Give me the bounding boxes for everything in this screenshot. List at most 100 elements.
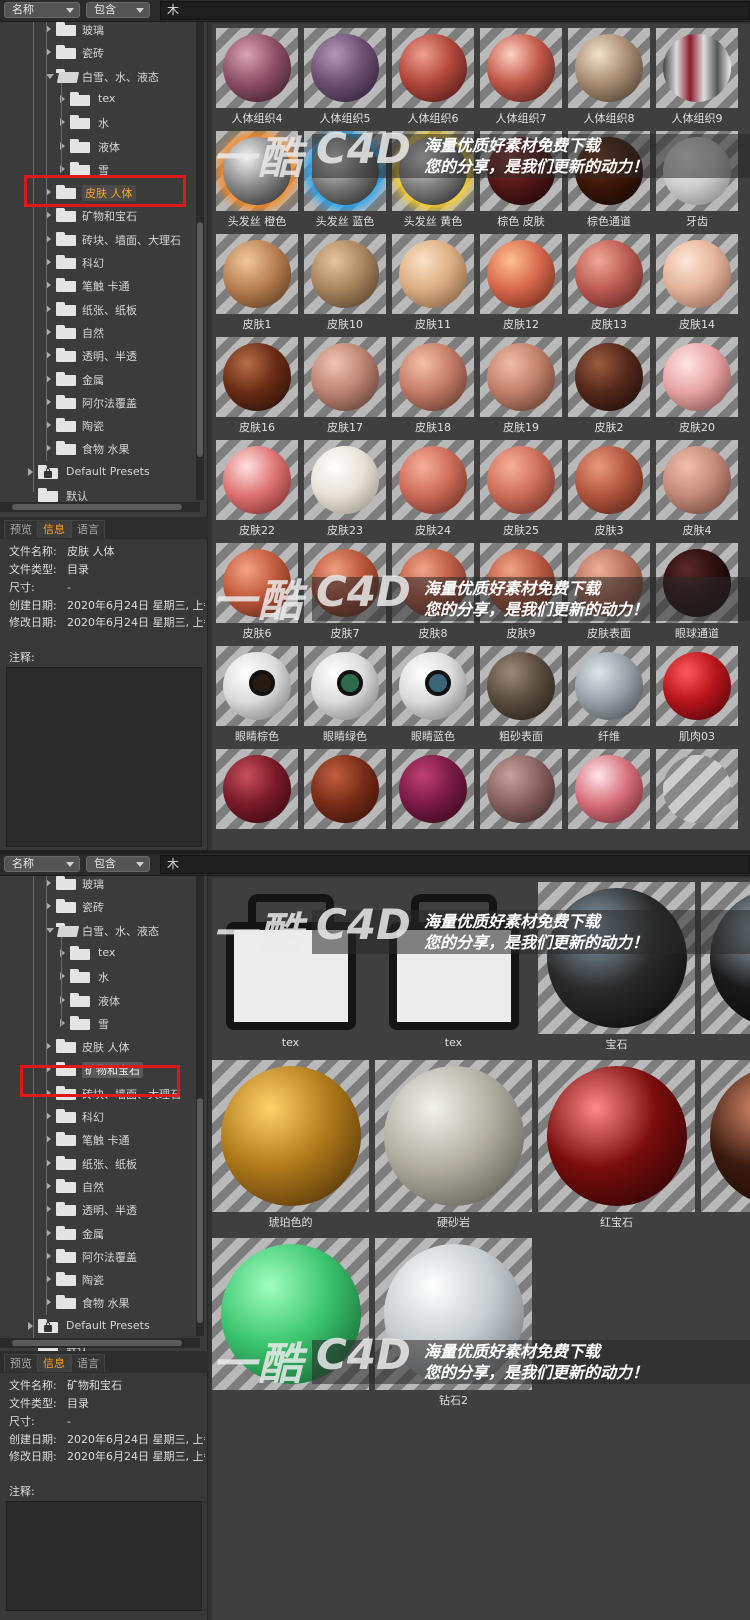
material-tile[interactable]: 牙齿 <box>656 131 738 229</box>
tree-item-12[interactable]: 纸张、纸板 <box>0 1152 196 1174</box>
material-tile[interactable]: 皮肤23 <box>304 440 386 538</box>
scrollbar-thumb[interactable] <box>197 1098 203 1323</box>
tree-horizontal-scrollbar[interactable] <box>0 1338 200 1348</box>
material-tile[interactable]: 硬砂岩 <box>375 1060 532 1230</box>
notes-textarea[interactable] <box>6 667 202 847</box>
tree-item-1[interactable]: 瓷砖 <box>0 895 196 917</box>
material-tile[interactable]: 人体组织5 <box>304 28 386 126</box>
material-tile[interactable]: 宝石 <box>538 882 695 1052</box>
filter-mode-dropdown[interactable]: 包含 <box>86 856 150 872</box>
material-tile[interactable]: 皮肤7 <box>304 543 386 641</box>
tree-item-19[interactable]: Default Presets <box>0 461 196 483</box>
material-tile[interactable]: 人体组织8 <box>568 28 650 126</box>
material-tile[interactable]: 钻石2 <box>375 1238 532 1408</box>
tree-vertical-scrollbar[interactable] <box>196 876 204 1336</box>
tree-item-5[interactable]: 液体 <box>0 135 196 157</box>
material-tile[interactable]: 纤维 <box>568 646 650 744</box>
tab-preview[interactable]: 预览 <box>4 1354 38 1372</box>
tab-language[interactable]: 语言 <box>71 1354 105 1372</box>
material-tile[interactable]: 肌肉03 <box>656 646 738 744</box>
material-tile[interactable]: 眼睛蓝色 <box>392 646 474 744</box>
tree-item-19[interactable]: Default Presets <box>0 1315 196 1337</box>
tree-item-11[interactable]: 笔触 卡通 <box>0 1128 196 1150</box>
material-tile[interactable]: 皮肤表面 <box>568 543 650 641</box>
tree-item-13[interactable]: 自然 <box>0 1175 196 1197</box>
material-tile[interactable]: 皮肤1 <box>216 234 298 332</box>
tree-item-4[interactable]: 水 <box>0 965 196 987</box>
material-tile[interactable]: 人体组织9 <box>656 28 738 126</box>
material-tile[interactable]: 人体组织7 <box>480 28 562 126</box>
material-tile[interactable]: 琥珀色 <box>701 882 750 1052</box>
material-tile[interactable]: 眼睛绿色 <box>304 646 386 744</box>
material-tile[interactable]: 头发丝 蓝色 <box>304 131 386 229</box>
material-tile[interactable] <box>392 749 474 847</box>
material-tile[interactable]: 棕色 皮肤 <box>480 131 562 229</box>
tree-item-6[interactable]: 雪 <box>0 1012 196 1034</box>
material-tile[interactable] <box>656 749 738 847</box>
material-tile[interactable]: 琥珀色的 <box>212 1060 369 1230</box>
tree-item-14[interactable]: 透明、半透 <box>0 1198 196 1220</box>
search-input[interactable]: 木 <box>160 1 750 20</box>
tree-item-3[interactable]: tex <box>0 88 196 110</box>
notes-textarea[interactable] <box>6 1501 202 1611</box>
material-tile[interactable]: 皮肤24 <box>392 440 474 538</box>
material-tile[interactable]: 皮肤19 <box>480 337 562 435</box>
tree-item-9[interactable]: 砖块、墙面、大理石 <box>0 228 196 250</box>
material-tile[interactable]: 红宝石 <box>538 1060 695 1230</box>
material-tile[interactable]: 皮肤17 <box>304 337 386 435</box>
tree-item-0[interactable]: 玻璃 <box>0 876 196 894</box>
tree-item-14[interactable]: 透明、半透 <box>0 344 196 366</box>
material-tile[interactable]: 皮肤10 <box>304 234 386 332</box>
material-tile[interactable]: 头发丝 橙色 <box>216 131 298 229</box>
tree-item-0[interactable]: 玻璃 <box>0 22 196 40</box>
tree-item-8[interactable]: 矿物和宝石 <box>0 204 196 226</box>
material-tile[interactable]: 皮肤25 <box>480 440 562 538</box>
tree-item-17[interactable]: 陶瓷 <box>0 1268 196 1290</box>
material-tile[interactable]: 皮肤2 <box>568 337 650 435</box>
material-tile[interactable]: 头发丝 黄色 <box>392 131 474 229</box>
material-tile[interactable] <box>216 749 298 847</box>
tree-item-1[interactable]: 瓷砖 <box>0 41 196 63</box>
tree-item-2[interactable]: 白雪、水、液态 <box>0 65 196 87</box>
material-tile[interactable]: 皮肤12 <box>480 234 562 332</box>
tree-item-18[interactable]: 食物 水果 <box>0 437 196 459</box>
material-tile[interactable]: 皮肤18 <box>392 337 474 435</box>
sort-dropdown[interactable]: 名称 <box>4 856 80 872</box>
search-input[interactable]: 木 <box>160 855 750 874</box>
material-tile[interactable] <box>480 749 562 847</box>
expand-arrow-down-icon[interactable] <box>46 927 54 933</box>
material-tile[interactable]: tex <box>375 882 532 1052</box>
material-tile[interactable]: 皮肤20 <box>656 337 738 435</box>
material-tile[interactable] <box>701 1060 750 1230</box>
tree-item-18[interactable]: 食物 水果 <box>0 1291 196 1313</box>
material-tile[interactable]: 皮肤6 <box>216 543 298 641</box>
tree-item-5[interactable]: 液体 <box>0 989 196 1011</box>
tree-item-10[interactable]: 科幻 <box>0 1105 196 1127</box>
tree-item-7[interactable]: 皮肤 人体 <box>0 1035 196 1057</box>
material-tile[interactable]: 皮肤13 <box>568 234 650 332</box>
material-tile[interactable]: 皮肤16 <box>216 337 298 435</box>
tree-item-16[interactable]: 阿尔法覆盖 <box>0 1245 196 1267</box>
material-tile[interactable] <box>304 749 386 847</box>
material-tile[interactable]: 人体组织4 <box>216 28 298 126</box>
material-tile[interactable]: 皮肤22 <box>216 440 298 538</box>
material-tile[interactable]: 皮肤4 <box>656 440 738 538</box>
tree-item-3[interactable]: tex <box>0 942 196 964</box>
tab-info[interactable]: 信息 <box>37 1354 71 1372</box>
tree-item-16[interactable]: 阿尔法覆盖 <box>0 391 196 413</box>
tree-item-13[interactable]: 自然 <box>0 321 196 343</box>
expand-arrow-down-icon[interactable] <box>46 73 54 79</box>
tab-language[interactable]: 语言 <box>71 520 105 538</box>
tree-item-4[interactable]: 水 <box>0 111 196 133</box>
material-tile[interactable]: 皮肤14 <box>656 234 738 332</box>
tree-item-11[interactable]: 笔触 卡通 <box>0 274 196 296</box>
tree-item-15[interactable]: 金属 <box>0 1222 196 1244</box>
material-tile[interactable]: 粗砂表面 <box>480 646 562 744</box>
sort-dropdown[interactable]: 名称 <box>4 2 80 18</box>
tree-item-12[interactable]: 纸张、纸板 <box>0 298 196 320</box>
tab-info[interactable]: 信息 <box>37 520 71 538</box>
filter-mode-dropdown[interactable]: 包含 <box>86 2 150 18</box>
tree-item-17[interactable]: 陶瓷 <box>0 414 196 436</box>
tree-horizontal-scrollbar[interactable] <box>0 502 200 512</box>
scrollbar-thumb[interactable] <box>12 504 182 510</box>
